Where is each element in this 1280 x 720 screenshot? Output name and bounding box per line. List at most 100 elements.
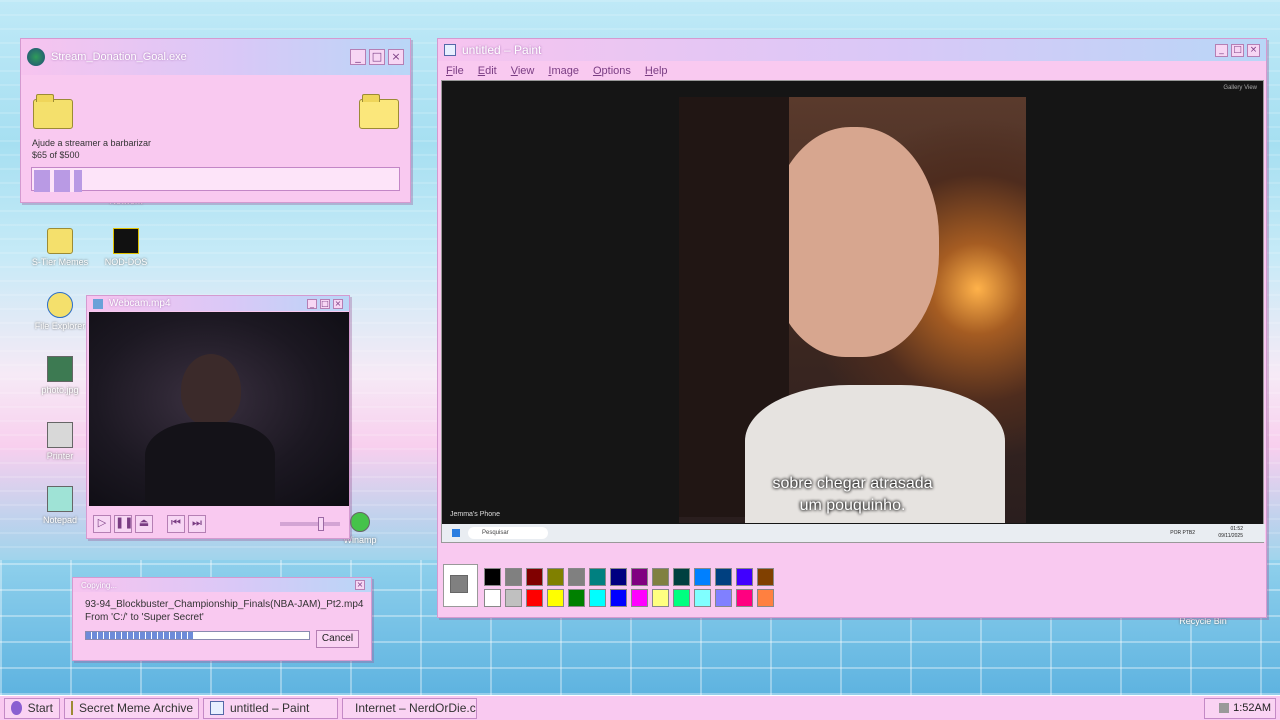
maximize-button[interactable]: □: [1231, 43, 1244, 57]
menu-image[interactable]: Image: [548, 65, 579, 77]
eject-icon[interactable]: ⏏: [135, 515, 153, 533]
palette-swatch[interactable]: [589, 568, 606, 586]
palette-swatch[interactable]: [610, 589, 627, 607]
palette-swatch[interactable]: [568, 589, 585, 607]
close-button[interactable]: ×: [388, 49, 404, 65]
palette-swatch[interactable]: [526, 568, 543, 586]
menu-file[interactable]: File: [446, 65, 464, 77]
palette-swatch[interactable]: [631, 589, 648, 607]
menu-options[interactable]: Options: [593, 65, 631, 77]
palette-swatch[interactable]: [610, 568, 627, 586]
video-file-icon: [93, 298, 103, 309]
webcam-window-titlebar[interactable]: Webcam.mp4 _ □ ×: [87, 296, 349, 311]
video-subtitles: sobre chegar atrasada um pouquinho.: [679, 473, 1026, 517]
maximize-button[interactable]: □: [320, 298, 330, 309]
close-button[interactable]: ×: [333, 298, 343, 309]
subtitle-line-1: sobre chegar atrasada: [772, 475, 933, 492]
next-track-icon[interactable]: ⏭: [188, 515, 206, 533]
current-color-swatch: [450, 575, 468, 593]
volume-slider-thumb[interactable]: [318, 517, 324, 531]
copy-dialog-titlebar[interactable]: Copying... ×: [73, 578, 371, 592]
donation-window-titlebar[interactable]: Stream_Donation_Goal.exe _ □ ×: [21, 39, 410, 75]
taskbar: Start Secret Meme Archive untitled – Pai…: [0, 695, 1280, 720]
palette-swatch[interactable]: [589, 589, 606, 607]
previous-track-icon[interactable]: ⏮: [167, 515, 185, 533]
palette-swatch[interactable]: [694, 589, 711, 607]
play-icon[interactable]: ▷: [93, 515, 111, 533]
minimize-button[interactable]: _: [1215, 43, 1228, 57]
palette-swatch[interactable]: [547, 568, 564, 586]
desktop-icon-notepad[interactable]: Notepad: [30, 486, 90, 525]
donation-progress-bar: [31, 167, 400, 192]
palette-swatch[interactable]: [652, 568, 669, 586]
palette-swatch[interactable]: [673, 568, 690, 586]
close-button[interactable]: ×: [1247, 43, 1260, 57]
inner-tray-date: 09/11/2025: [1218, 533, 1243, 539]
window-title: Copying...: [81, 580, 118, 590]
desktop-icon-label: Notepad: [42, 515, 78, 525]
caller-video: sobre chegar atrasada um pouquinho.: [679, 97, 1026, 523]
close-button[interactable]: ×: [355, 580, 365, 590]
maximize-button[interactable]: □: [369, 49, 385, 65]
palette-swatch[interactable]: [715, 589, 732, 607]
paint-window-titlebar[interactable]: untitled – Paint _ □ ×: [438, 39, 1266, 61]
palette-swatch[interactable]: [526, 589, 543, 607]
desktop-icon-photo[interactable]: photo.jpg: [30, 356, 90, 395]
palette-swatch[interactable]: [568, 568, 585, 586]
palette-swatch[interactable]: [505, 589, 522, 607]
desktop-icon-label: File Explorer: [34, 321, 86, 331]
participant-label: Jemma's Phone: [450, 511, 500, 518]
inner-tray-lang: POR PTB2: [1170, 530, 1195, 536]
minimize-button[interactable]: _: [350, 49, 366, 65]
taskbar-item-internet[interactable]: Internet – NerdOrDie.com: [342, 697, 477, 719]
taskbar-item-label: untitled – Paint: [230, 701, 310, 715]
palette-swatch[interactable]: [652, 589, 669, 607]
palette-swatch[interactable]: [757, 568, 774, 586]
minimize-button[interactable]: _: [307, 298, 317, 309]
paint-app-icon: [210, 701, 224, 715]
palette-swatch[interactable]: [547, 589, 564, 607]
copy-from-to: From 'C:/' to 'Super Secret': [85, 612, 204, 623]
desktop-icon-file-explorer[interactable]: File Explorer: [30, 292, 90, 331]
palette-swatch[interactable]: [736, 589, 753, 607]
palette-swatch[interactable]: [757, 589, 774, 607]
palette-swatch[interactable]: [484, 589, 501, 607]
palette-swatch[interactable]: [484, 568, 501, 586]
donation-goal-window: Stream_Donation_Goal.exe _ □ × Ajude a s…: [20, 38, 411, 203]
desktop-icon-label: photo.jpg: [41, 385, 79, 395]
open-folder-icon: [359, 94, 399, 129]
start-label: Start: [27, 701, 53, 715]
window-title: Webcam.mp4: [109, 298, 171, 309]
pause-icon[interactable]: ❚❚: [114, 515, 133, 533]
menu-help[interactable]: Help: [645, 65, 668, 77]
start-button[interactable]: Start: [4, 697, 60, 719]
folder-icon: [33, 94, 73, 129]
menu-edit[interactable]: Edit: [478, 65, 497, 77]
desktop-icon-printer[interactable]: Printer: [30, 422, 90, 461]
taskbar-clock: 1:52AM: [1233, 702, 1271, 714]
palette-swatch[interactable]: [631, 568, 648, 586]
paint-canvas[interactable]: Gallery View sobre chegar atrasada um po…: [441, 80, 1265, 543]
speaker-icon[interactable]: [1219, 703, 1230, 713]
paint-window: untitled – Paint _ □ × File Edit View Im…: [437, 38, 1267, 618]
window-title: Stream_Donation_Goal.exe: [51, 51, 187, 63]
palette-swatch[interactable]: [736, 568, 753, 586]
winamp-icon: [350, 512, 370, 532]
menu-view[interactable]: View: [511, 65, 535, 77]
desktop-icon-s-tier-memes[interactable]: S-Tier Memes: [30, 228, 90, 267]
palette-swatch[interactable]: [694, 568, 711, 586]
cancel-button[interactable]: Cancel: [316, 630, 359, 648]
folder-icon: [71, 701, 73, 715]
palette-swatch[interactable]: [673, 589, 690, 607]
start-logo-icon: [11, 701, 22, 715]
palette-swatch[interactable]: [505, 568, 522, 586]
notepad-icon: [47, 486, 73, 512]
volume-slider[interactable]: [280, 517, 340, 531]
taskbar-item-paint[interactable]: untitled – Paint: [203, 697, 338, 719]
subtitle-line-2: um pouquinho.: [799, 497, 906, 514]
taskbar-item-secret-meme-archive[interactable]: Secret Meme Archive: [64, 697, 199, 719]
desktop-icon-nod-dos[interactable]: NOD-DOS: [96, 228, 156, 267]
paint-menubar: File Edit View Image Options Help: [438, 61, 1266, 81]
current-color-box[interactable]: [443, 564, 478, 607]
palette-swatch[interactable]: [715, 568, 732, 586]
